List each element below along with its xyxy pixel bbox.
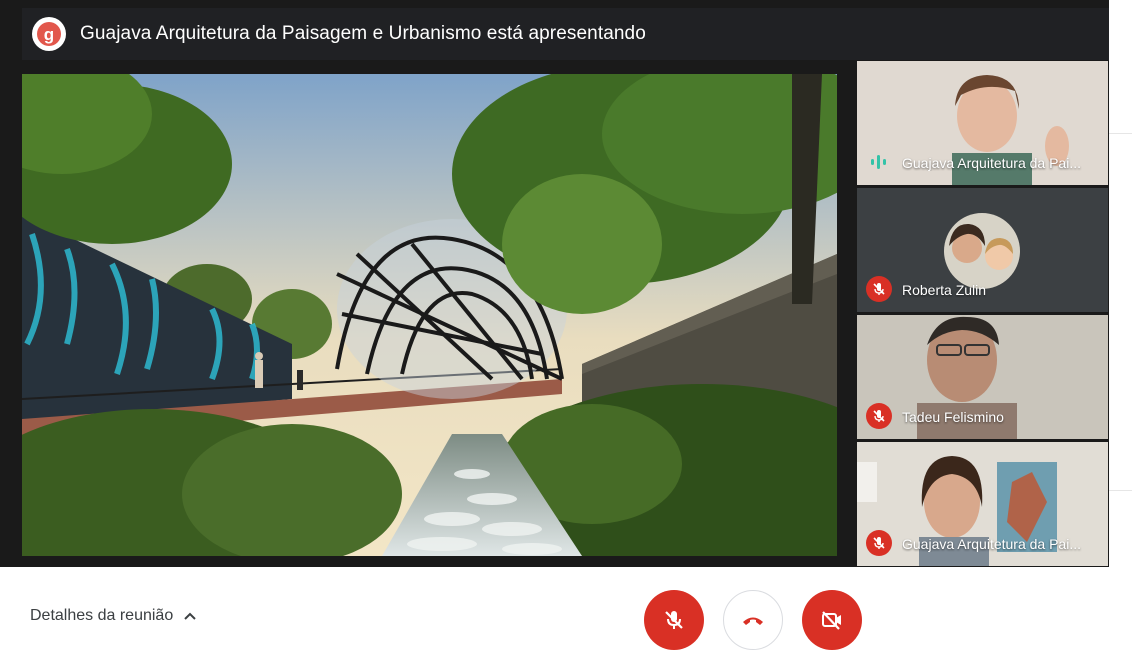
- mic-off-icon: [665, 611, 683, 629]
- meeting-details-label: Detalhes da reunião: [30, 607, 174, 624]
- microphone-toggle-button[interactable]: [644, 590, 704, 650]
- shared-screen-presentation[interactable]: [22, 74, 837, 556]
- presenter-avatar: g: [32, 17, 66, 51]
- participant-name: Tadeu Felismino: [902, 409, 1004, 425]
- speaking-indicator-icon: [868, 153, 888, 171]
- mic-off-icon: [866, 403, 892, 429]
- participant-name: Guajava Arquitetura da Pai...: [902, 155, 1081, 171]
- mic-off-icon: [866, 530, 892, 556]
- landscape-render-image: [22, 74, 837, 556]
- camera-off-icon: [822, 611, 841, 630]
- participant-tile[interactable]: Roberta Zulin: [857, 188, 1108, 312]
- divider: [1109, 133, 1132, 134]
- participant-name: Guajava Arquitetura da Pai...: [902, 536, 1081, 552]
- hang-up-icon: [743, 617, 763, 625]
- participant-name: Roberta Zulin: [902, 282, 987, 298]
- leave-call-button[interactable]: [723, 590, 783, 650]
- participant-tile[interactable]: Guajava Arquitetura da Pai...: [857, 442, 1108, 566]
- participant-tile[interactable]: Tadeu Felismino: [857, 315, 1108, 439]
- presenting-text: Guajava Arquitetura da Paisagem e Urbani…: [80, 23, 646, 44]
- participant-tile[interactable]: Guajava Arquitetura da Pai...: [857, 61, 1108, 185]
- presenting-banner: g Guajava Arquitetura da Paisagem e Urba…: [22, 8, 1109, 60]
- divider: [1109, 490, 1132, 491]
- camera-toggle-button[interactable]: [802, 590, 862, 650]
- mic-off-icon: [866, 276, 892, 302]
- chevron-up-icon: [184, 612, 196, 620]
- right-edge-panel: [1109, 0, 1132, 567]
- meeting-details-toggle[interactable]: Detalhes da reunião: [30, 607, 197, 625]
- presenter-logo-letter: g: [37, 22, 61, 46]
- meeting-controls-bar: Detalhes da reunião: [0, 567, 1132, 650]
